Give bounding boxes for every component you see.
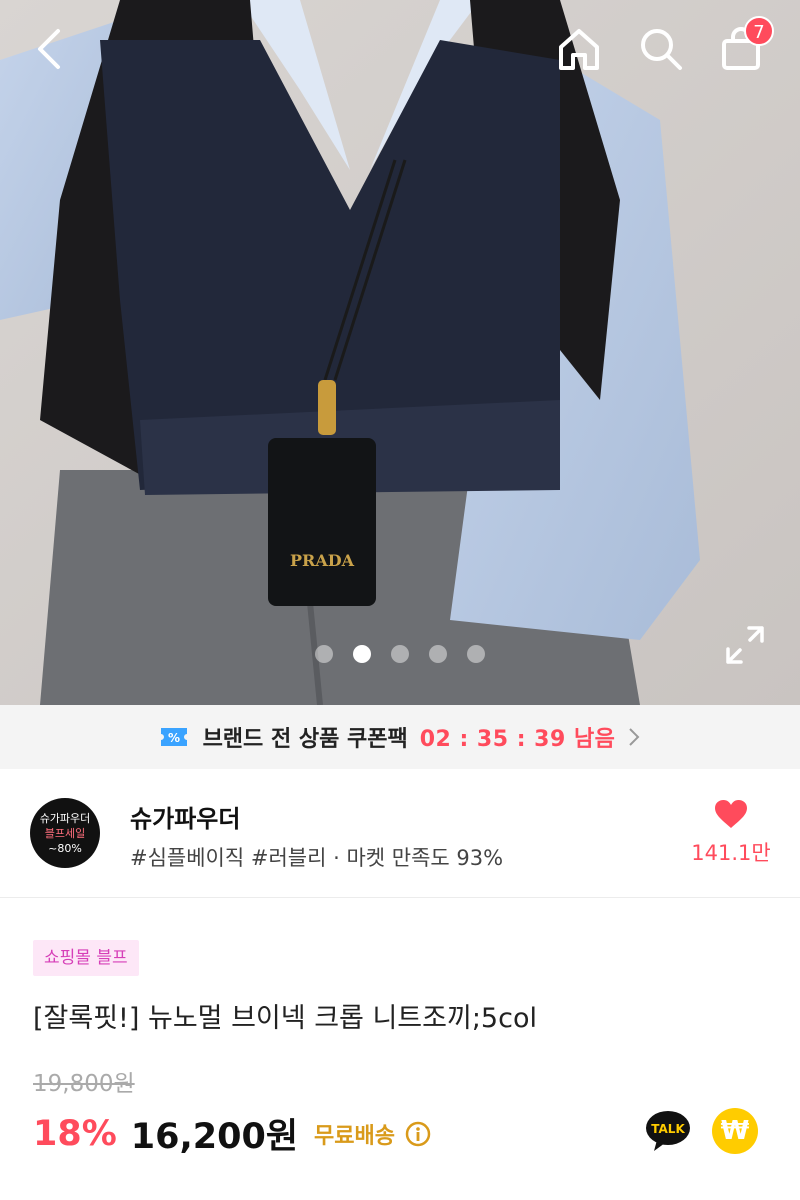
kakao-talk-button[interactable]: TALK bbox=[645, 1108, 691, 1154]
pagination-dot[interactable] bbox=[429, 645, 447, 663]
cart-button[interactable]: 7 bbox=[714, 16, 774, 76]
svg-text:%: % bbox=[168, 731, 180, 745]
product-photo: PRADA bbox=[0, 0, 800, 705]
coupon-timer: 02 : 35 : 39 남음 bbox=[419, 727, 616, 752]
product-title: [잘록핏!] 뉴노멀 브이넥 크롭 니트조끼;5col bbox=[33, 1003, 537, 1034]
kakao-talk-icon: TALK bbox=[646, 1111, 690, 1151]
back-button[interactable] bbox=[22, 22, 76, 76]
pagination-dot[interactable] bbox=[315, 645, 333, 663]
event-badge: 쇼핑몰 블프 bbox=[33, 940, 139, 976]
cart-count-badge: 7 bbox=[744, 16, 774, 46]
like-count: 141.1만 bbox=[691, 841, 771, 865]
shop-tags: #심플베이직 #러블리 · 마켓 만족도 93% bbox=[130, 846, 504, 870]
back-arrow-icon bbox=[38, 29, 60, 69]
home-icon bbox=[559, 29, 599, 70]
pagination-dot-active[interactable] bbox=[353, 645, 371, 663]
gallery-pagination bbox=[0, 645, 800, 663]
talk-label: TALK bbox=[651, 1122, 685, 1136]
pagination-dot[interactable] bbox=[391, 645, 409, 663]
sale-price: 16,200원 bbox=[130, 1117, 299, 1157]
coupon-text: 브랜드 전 상품 쿠폰팩 bbox=[202, 727, 408, 752]
shop-logo-line2: 블프세일 bbox=[44, 826, 86, 840]
free-shipping-label: 무료배송 bbox=[314, 1123, 396, 1149]
price-row: 18% 16,200원 무료배송 bbox=[33, 1108, 431, 1159]
search-button[interactable] bbox=[634, 22, 688, 76]
coupon-ticket-icon: % bbox=[160, 728, 187, 746]
heart-icon bbox=[715, 800, 747, 828]
chevron-right-icon bbox=[629, 728, 640, 746]
product-image-gallery[interactable]: PRADA 7 bbox=[0, 0, 800, 705]
won-pay-icon[interactable]: ₩ bbox=[712, 1108, 758, 1154]
shop-name[interactable]: 슈가파우더 bbox=[130, 799, 240, 834]
pagination-dot[interactable] bbox=[467, 645, 485, 663]
like-button[interactable]: 141.1만 bbox=[690, 799, 772, 867]
shop-info: 슈가파우더 블프세일 ~80% 슈가파우더 #심플베이직 #러블리 · 마켓 만… bbox=[0, 769, 800, 898]
home-button[interactable] bbox=[552, 22, 606, 76]
info-icon[interactable] bbox=[405, 1121, 431, 1147]
shop-logo-line3: ~80% bbox=[48, 841, 82, 855]
search-icon bbox=[641, 29, 682, 70]
photo-brand-text: PRADA bbox=[290, 551, 355, 570]
original-price: 19,800원 bbox=[33, 1071, 135, 1097]
shop-logo-line1: 슈가파우더 bbox=[39, 811, 91, 825]
shop-logo[interactable]: 슈가파우더 블프세일 ~80% bbox=[30, 798, 100, 868]
coupon-pack-banner[interactable]: % 브랜드 전 상품 쿠폰팩 02 : 35 : 39 남음 bbox=[0, 705, 800, 769]
discount-rate: 18% bbox=[33, 1113, 117, 1154]
expand-icon[interactable] bbox=[722, 622, 768, 668]
